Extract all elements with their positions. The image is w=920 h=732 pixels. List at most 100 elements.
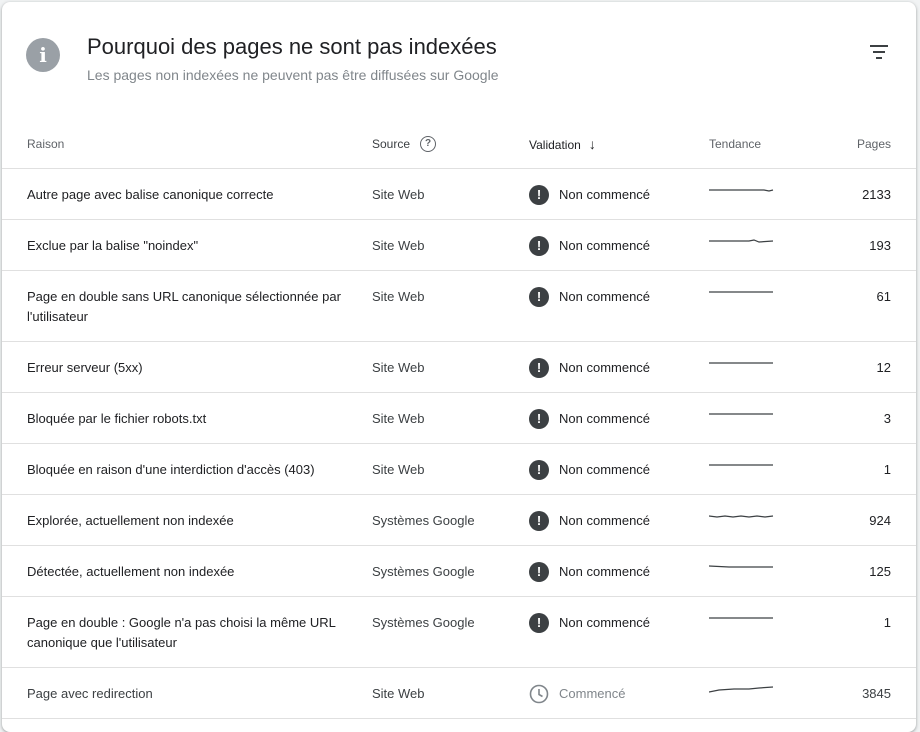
status-label: Non commencé (559, 513, 651, 528)
trend-sparkline (709, 239, 774, 243)
source-cell: Systèmes Google (372, 545, 529, 597)
table-row[interactable]: Page avec redirection Site Web Commencé … (2, 667, 916, 719)
column-header-trend: Tendance (709, 120, 819, 169)
source-cell: Site Web (372, 667, 529, 719)
status-label: Commencé (559, 686, 626, 701)
validation-cell: ! Non commencé (529, 392, 709, 444)
validation-cell: ! Non commencé (529, 443, 709, 495)
reason-cell: Page en double : Google n'a pas choisi l… (2, 596, 372, 668)
validation-cell: ! Non commencé (529, 545, 709, 597)
source-cell: Systèmes Google (372, 494, 529, 546)
trend-sparkline (709, 413, 773, 415)
trend-cell (709, 443, 819, 495)
pages-cell: 12 (819, 341, 916, 393)
source-cell: Systèmes Google (372, 596, 529, 668)
info-icon: i (26, 38, 60, 72)
column-header-validation[interactable]: Validation ↓ (529, 120, 709, 169)
validation-cell: ! Non commencé (529, 494, 709, 546)
column-header-reason[interactable]: Raison (2, 120, 372, 169)
table-row[interactable]: Bloquée par le fichier robots.txt Site W… (2, 392, 916, 444)
exclamation-icon: ! (529, 460, 549, 480)
exclamation-icon: ! (529, 185, 549, 205)
pages-cell: 193 (819, 219, 916, 271)
trend-cell (709, 596, 819, 668)
table-row[interactable]: Page en double : Google n'a pas choisi l… (2, 596, 916, 668)
reason-cell: Détectée, actuellement non indexée (2, 545, 372, 597)
status-label: Non commencé (559, 238, 651, 253)
table-row[interactable]: Bloquée en raison d'une interdiction d'a… (2, 443, 916, 495)
table-row[interactable]: Autre page avec balise canonique correct… (2, 168, 916, 220)
reason-cell: Bloquée en raison d'une interdiction d'a… (2, 443, 372, 495)
exclamation-icon: ! (529, 236, 549, 256)
exclamation-icon: ! (529, 613, 549, 633)
pages-cell: 3845 (819, 667, 916, 719)
exclamation-icon: ! (529, 358, 549, 378)
source-cell: Site Web (372, 341, 529, 393)
trend-sparkline (709, 189, 774, 192)
reason-cell: Explorée, actuellement non indexée (2, 494, 372, 546)
exclamation-icon: ! (529, 287, 549, 307)
pages-cell: 61 (819, 270, 916, 342)
clock-icon (529, 684, 549, 704)
table-row[interactable]: Exclue par la balise "noindex" Site Web … (2, 219, 916, 271)
trend-sparkline (709, 362, 773, 364)
trend-cell (709, 168, 819, 220)
trend-sparkline (709, 565, 773, 568)
table-row[interactable]: Détectée, actuellement non indexée Systè… (2, 545, 916, 597)
table-row[interactable]: Explorée, actuellement non indexée Systè… (2, 494, 916, 546)
exclamation-icon: ! (529, 562, 549, 582)
column-header-pages[interactable]: Pages (819, 120, 916, 169)
status-label: Non commencé (559, 187, 651, 202)
help-icon[interactable]: ? (420, 136, 437, 152)
status-label: Non commencé (559, 615, 651, 630)
reason-cell: Erreur serveur (5xx) (2, 341, 372, 393)
source-cell: Site Web (372, 443, 529, 495)
pages-cell: 1 (819, 443, 916, 495)
trend-cell (709, 494, 819, 546)
pages-cell: 3 (819, 392, 916, 444)
validation-cell: ! Non commencé (529, 168, 709, 220)
report-card: i Pourquoi des pages ne sont pas indexée… (2, 2, 916, 732)
trend-cell (709, 341, 819, 393)
card-header: i Pourquoi des pages ne sont pas indexée… (2, 2, 916, 120)
pages-cell: 1 (819, 596, 916, 668)
source-cell: Site Web (372, 392, 529, 444)
validation-cell: ! Non commencé (529, 596, 709, 668)
pages-cell: 2133 (819, 168, 916, 220)
status-label: Non commencé (559, 411, 651, 426)
validation-cell: ! Non commencé (529, 219, 709, 271)
reason-cell: Exclue par la balise "noindex" (2, 219, 372, 271)
trend-sparkline (709, 464, 773, 466)
trend-sparkline (709, 617, 773, 619)
reason-cell: Bloquée par le fichier robots.txt (2, 392, 372, 444)
reason-cell: Page en double sans URL canonique sélect… (2, 270, 372, 342)
trend-cell (709, 392, 819, 444)
status-label: Non commencé (559, 289, 651, 304)
reasons-table: Raison Source ? Validation ↓ Tendance Pag… (2, 120, 916, 719)
table-header-row: Raison Source ? Validation ↓ Tendance Pag… (2, 120, 916, 169)
table-row[interactable]: Page en double sans URL canonique sélect… (2, 270, 916, 342)
trend-cell (709, 219, 819, 271)
validation-cell: ! Non commencé (529, 270, 709, 342)
pages-cell: 924 (819, 494, 916, 546)
source-cell: Site Web (372, 219, 529, 271)
filter-icon[interactable] (868, 45, 890, 63)
column-header-validation-label: Validation (529, 138, 581, 152)
source-cell: Site Web (372, 270, 529, 342)
card-subtitle: Les pages non indexées ne peuvent pas êt… (87, 67, 499, 83)
reason-cell: Page avec redirection (2, 667, 372, 719)
column-header-source-label: Source (372, 137, 411, 151)
exclamation-icon: ! (529, 511, 549, 531)
trend-sparkline (709, 291, 773, 293)
table-row[interactable]: Erreur serveur (5xx) Site Web ! Non comme… (2, 341, 916, 393)
status-label: Non commencé (559, 360, 651, 375)
trend-cell (709, 667, 819, 719)
trend-sparkline (709, 515, 774, 518)
pages-cell: 125 (819, 545, 916, 597)
column-header-source[interactable]: Source ? (372, 120, 529, 169)
trend-cell (709, 270, 819, 342)
validation-cell: Commencé (529, 667, 709, 719)
trend-cell (709, 545, 819, 597)
arrow-down-icon[interactable]: ↓ (589, 136, 596, 152)
source-cell: Site Web (372, 168, 529, 220)
